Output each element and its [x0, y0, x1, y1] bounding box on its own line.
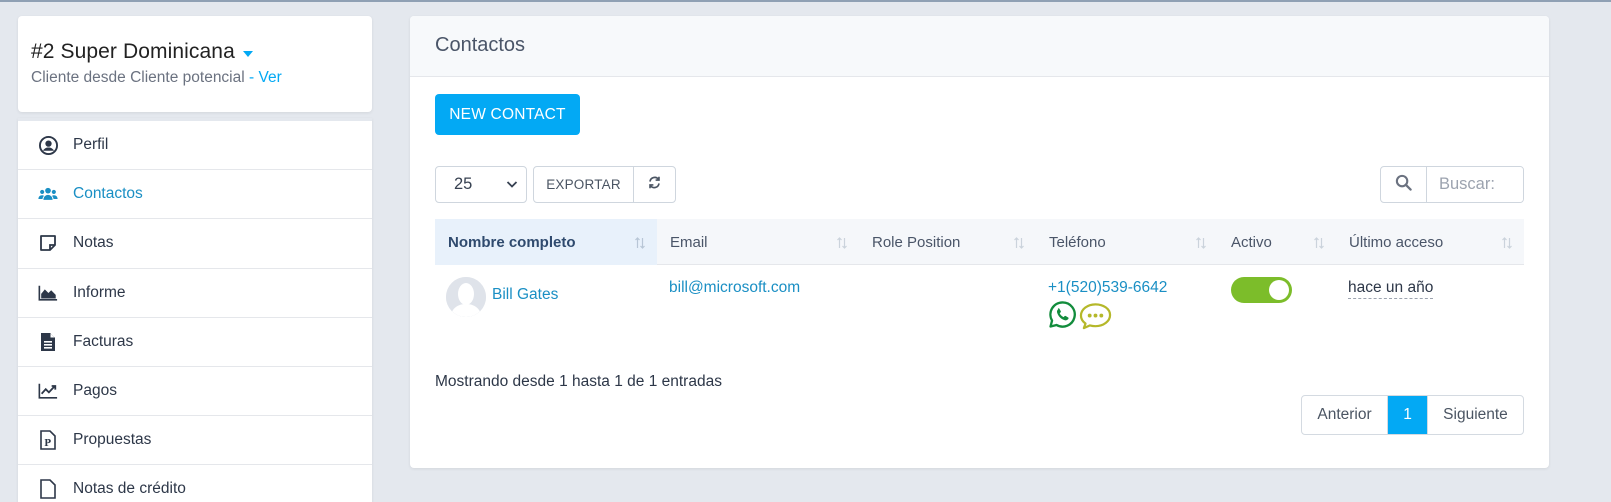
pagination: Anterior 1 Siguiente — [1301, 395, 1524, 435]
sticky-note-icon — [38, 233, 58, 253]
column-header-telefono[interactable]: Teléfono — [1036, 219, 1218, 265]
search-input[interactable] — [1427, 167, 1523, 202]
sort-icon — [1314, 236, 1324, 253]
chevron-down-icon[interactable] — [242, 50, 253, 57]
users-icon — [38, 184, 58, 204]
page-title: Contactos — [435, 34, 526, 56]
pagination-previous[interactable]: Anterior — [1302, 396, 1388, 434]
view-link[interactable]: Ver — [258, 69, 281, 86]
sidebar-item-contactos[interactable]: Contactos — [18, 170, 372, 220]
sidebar-item-perfil[interactable]: Perfil — [18, 121, 372, 171]
client-header-card: #2 Super Dominicana Cliente desde Client… — [18, 16, 372, 112]
line-chart-icon — [38, 381, 58, 401]
contacts-panel: Contactos NEW CONTACT 25 EXPORTAR Nombre… — [410, 16, 1549, 468]
column-label: Teléfono — [1049, 233, 1106, 251]
client-title[interactable]: #2 Super Dominicana — [31, 40, 253, 64]
sort-icon — [1502, 236, 1512, 253]
area-chart-icon — [38, 283, 58, 303]
client-name: #2 Super Dominicana — [31, 40, 235, 63]
contact-email-link[interactable]: bill@microsoft.com — [669, 279, 800, 297]
sidebar-item-notas[interactable]: Notas — [18, 219, 372, 269]
file-icon — [38, 479, 58, 500]
search-icon — [1395, 174, 1412, 196]
column-label: Email — [670, 233, 708, 251]
last-access-value: hace un año — [1348, 279, 1434, 299]
avatar — [446, 277, 486, 317]
column-label: Activo — [1231, 233, 1272, 251]
search-box — [1380, 166, 1524, 203]
sidebar-item-facturas[interactable]: Facturas — [18, 318, 372, 367]
svg-text:P: P — [44, 439, 51, 449]
column-header-role[interactable]: Role Position — [859, 219, 1036, 265]
column-header-activo[interactable]: Activo — [1218, 219, 1336, 265]
sidebar-item-label: Contactos — [73, 185, 143, 203]
sidebar-item-notas-credito[interactable]: Notas de crédito — [18, 465, 372, 502]
page-length-select[interactable]: 25 — [435, 166, 527, 203]
sms-icon[interactable] — [1079, 302, 1112, 335]
sidebar-item-informe[interactable]: Informe — [18, 269, 372, 318]
sidebar-item-label: Perfil — [73, 136, 109, 154]
sidebar-item-pagos[interactable]: Pagos — [18, 367, 372, 417]
column-label: Último acceso — [1349, 233, 1444, 251]
sidebar-item-label: Pagos — [73, 382, 117, 400]
table-toolbar: EXPORTAR — [533, 166, 676, 203]
column-label: Role Position — [872, 233, 961, 251]
sidebar-item-label: Facturas — [73, 332, 134, 350]
client-side-menu: Perfil Contactos Notas Informe Facturas … — [18, 118, 372, 502]
top-border — [0, 0, 1611, 2]
sidebar-item-label: Notas — [73, 234, 114, 252]
column-label: Nombre completo — [448, 233, 576, 251]
pagination-page-1[interactable]: 1 — [1388, 396, 1427, 434]
sort-icon — [1014, 236, 1024, 253]
subtitle-separator: - — [244, 69, 259, 86]
chevron-down-icon — [506, 177, 518, 196]
pagination-next[interactable]: Siguiente — [1427, 396, 1523, 434]
sidebar-item-propuestas[interactable]: P Propuestas — [18, 416, 372, 466]
search-addon[interactable] — [1381, 167, 1427, 202]
export-button[interactable]: EXPORTAR — [534, 167, 634, 202]
table-header: Nombre completo Email Role Position Telé… — [435, 219, 1524, 265]
client-status: Cliente desde Cliente potencial — [31, 69, 245, 86]
column-header-ultimo-acceso[interactable]: Último acceso — [1336, 219, 1524, 265]
sidebar-item-label: Notas de crédito — [73, 480, 186, 498]
sidebar-item-label: Informe — [73, 283, 126, 301]
column-header-email[interactable]: Email — [657, 219, 859, 265]
table-info: Mostrando desde 1 hasta 1 de 1 entradas — [435, 373, 722, 390]
file-p-icon: P — [38, 430, 58, 451]
reload-button[interactable] — [634, 167, 675, 202]
sort-icon — [635, 236, 645, 253]
column-header-nombre[interactable]: Nombre completo — [435, 219, 657, 265]
user-circle-icon — [38, 135, 58, 155]
toggle-knob — [1269, 280, 1289, 300]
contact-name-link[interactable]: Bill Gates — [492, 286, 558, 304]
client-subtitle: Cliente desde Cliente potencial - Ver — [31, 69, 282, 87]
sort-icon — [837, 236, 847, 253]
contact-phone-link[interactable]: +1(520)539-6642 — [1048, 279, 1167, 297]
sidebar-item-label: Propuestas — [73, 431, 152, 449]
page-length-value: 25 — [454, 175, 473, 193]
sort-icon — [1196, 236, 1206, 253]
refresh-icon — [648, 176, 661, 194]
panel-header: Contactos — [410, 16, 1549, 77]
file-text-icon — [38, 332, 58, 352]
active-toggle[interactable] — [1231, 277, 1292, 303]
new-contact-button[interactable]: NEW CONTACT — [435, 94, 580, 135]
whatsapp-icon[interactable] — [1048, 300, 1077, 334]
